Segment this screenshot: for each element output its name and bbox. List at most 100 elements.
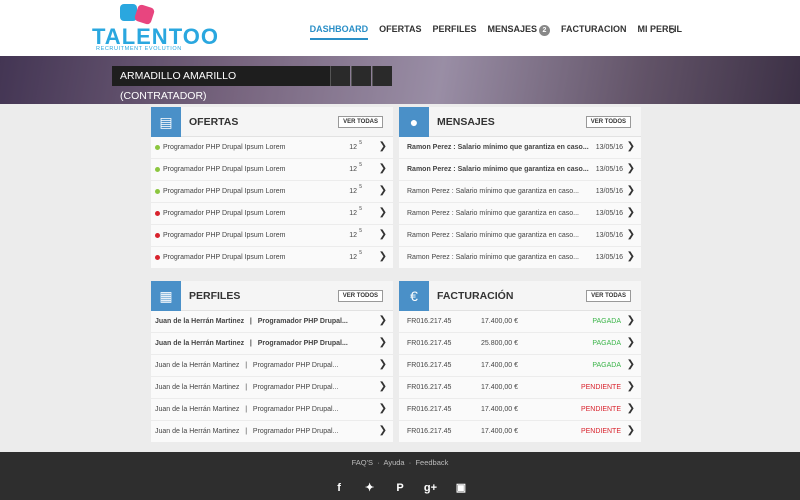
instagram-icon[interactable]: ▣ (448, 481, 474, 494)
list-item[interactable]: Programador PHP Drupal Ipsum Lorem 12 5 ❯ (151, 225, 393, 247)
payment-status: PENDIENTE (580, 406, 621, 413)
chevron-right-icon[interactable]: ❯ (379, 251, 387, 262)
chevron-right-icon[interactable]: ❯ (627, 141, 635, 152)
list-item[interactable]: Ramon Perez : Salario mínimo que garanti… (399, 247, 641, 269)
new-applicant-count: 5 (359, 184, 362, 190)
list-item[interactable]: Juan de la Herrán Martinez | Programador… (151, 355, 393, 377)
list-item[interactable]: Juan de la Herrán Martinez | Programador… (151, 421, 393, 443)
list-item[interactable]: Ramon Perez : Salario mínimo que garanti… (399, 203, 641, 225)
list-item[interactable]: Ramon Perez : Salario mínimo que garanti… (399, 181, 641, 203)
table-row[interactable]: FR016.217.45 17.400,00 € PAGADA ❯ (399, 311, 641, 333)
chevron-right-icon[interactable]: ❯ (379, 185, 387, 196)
logout-icon[interactable]: ➲ (668, 25, 676, 36)
chevron-right-icon[interactable]: ❯ (627, 185, 635, 196)
chevron-right-icon[interactable]: ❯ (627, 163, 635, 174)
chevron-right-icon[interactable]: ❯ (379, 163, 387, 174)
nav-facturacion[interactable]: FACTURACION (561, 24, 627, 40)
payment-status: PAGADA (592, 362, 621, 369)
chevron-right-icon[interactable]: ❯ (627, 207, 635, 218)
list-item[interactable]: Programador PHP Drupal Ipsum Lorem 12 5 ❯ (151, 159, 393, 181)
list-item[interactable]: Programador PHP Drupal Ipsum Lorem 12 5 ❯ (151, 181, 393, 203)
payment-status: PENDIENTE (580, 384, 621, 391)
chevron-right-icon[interactable]: ❯ (627, 425, 635, 436)
message-preview: Ramon Perez : Salario mínimo que garanti… (407, 188, 579, 195)
panel-header: € FACTURACIÓN VER TODAS (399, 281, 641, 311)
panel-header: ● MENSAJES VER TODOS (399, 107, 641, 137)
footer-links: FAQ'S · Ayuda · Feedback (351, 458, 449, 467)
ver-todas-button[interactable]: VER TODAS (338, 116, 383, 128)
list-item[interactable]: Ramon Perez : Salario mínimo que garanti… (399, 159, 641, 181)
table-row[interactable]: FR016.217.45 17.400,00 € PAGADA ❯ (399, 355, 641, 377)
footer: FAQ'S · Ayuda · Feedback f ✦ P g+ ▣ (0, 452, 800, 500)
chevron-right-icon[interactable]: ❯ (379, 315, 387, 326)
chevron-right-icon[interactable]: ❯ (379, 229, 387, 240)
message-date: 13/05/16 (595, 166, 623, 173)
chevron-right-icon[interactable]: ❯ (379, 359, 387, 370)
panel-header: ▦ PERFILES VER TODOS (151, 281, 393, 311)
ver-todos-button[interactable]: VER TODOS (337, 290, 383, 302)
status-dot (155, 167, 160, 172)
chevron-right-icon[interactable]: ❯ (627, 337, 635, 348)
chevron-right-icon[interactable]: ❯ (627, 251, 635, 262)
chevron-right-icon[interactable]: ❯ (379, 403, 387, 414)
applicant-count: 12 (349, 232, 357, 239)
ofertas-panel: ▤ OFERTAS VER TODAS Programador PHP Drup… (151, 107, 393, 269)
chevron-right-icon[interactable]: ❯ (627, 403, 635, 414)
messages-count-badge: 2 (539, 25, 550, 36)
logo[interactable]: TALENTOO RECRUITMENT EVOLUTION (92, 2, 218, 54)
list-item[interactable]: Ramon Perez : Salario mínimo que garanti… (399, 137, 641, 159)
chevron-right-icon[interactable]: ❯ (379, 141, 387, 152)
invoice-number: FR016.217.45 (407, 340, 452, 347)
table-row[interactable]: FR016.217.45 17.400,00 € PENDIENTE ❯ (399, 399, 641, 421)
list-item[interactable]: Juan de la Herrán Martinez | Programador… (151, 333, 393, 355)
nav-dashboard[interactable]: DASHBOARD (309, 24, 369, 40)
hero-tab[interactable] (372, 66, 392, 86)
google-plus-icon[interactable]: g+ (417, 482, 443, 494)
facebook-icon[interactable]: f (326, 482, 352, 494)
chevron-right-icon[interactable]: ❯ (379, 381, 387, 392)
table-row[interactable]: FR016.217.45 17.400,00 € PENDIENTE ❯ (399, 377, 641, 399)
pinterest-icon[interactable]: P (387, 482, 413, 494)
chevron-right-icon[interactable]: ❯ (627, 359, 635, 370)
list-item[interactable]: Programador PHP Drupal Ipsum Lorem 12 5 ❯ (151, 203, 393, 225)
offer-title: Programador PHP Drupal Ipsum Lorem (163, 210, 286, 217)
chevron-right-icon[interactable]: ❯ (379, 337, 387, 348)
list-item[interactable]: Ramon Perez : Salario mínimo que garanti… (399, 225, 641, 247)
new-applicant-count: 5 (359, 206, 362, 212)
footer-link-ayuda[interactable]: Ayuda (383, 458, 404, 467)
list-item[interactable]: Programador PHP Drupal Ipsum Lorem 12 5 ❯ (151, 137, 393, 159)
invoice-amount: 17.400,00 € (481, 318, 518, 325)
footer-link-feedback[interactable]: Feedback (415, 458, 448, 467)
mensajes-panel: ● MENSAJES VER TODOS Ramon Perez : Salar… (399, 107, 641, 269)
list-item[interactable]: Juan de la Herrán Martinez | Programador… (151, 377, 393, 399)
chevron-right-icon[interactable]: ❯ (627, 229, 635, 240)
hero-tab[interactable] (351, 66, 371, 86)
offer-title: Programador PHP Drupal Ipsum Lorem (163, 144, 286, 151)
nav-mensajes[interactable]: MENSAJES 2 (487, 24, 550, 40)
chevron-right-icon[interactable]: ❯ (379, 207, 387, 218)
twitter-icon[interactable]: ✦ (357, 481, 383, 494)
nav-ofertas[interactable]: OFERTAS (379, 24, 421, 40)
ver-todos-button[interactable]: VER TODOS (585, 116, 631, 128)
offer-title: Programador PHP Drupal Ipsum Lorem (163, 232, 286, 239)
hero-tab[interactable] (330, 66, 350, 86)
panel-title: OFERTAS (189, 116, 239, 128)
footer-link-faqs[interactable]: FAQ'S (352, 458, 373, 467)
ver-todas-button[interactable]: VER TODAS (586, 290, 631, 302)
payment-status: PENDIENTE (580, 428, 621, 435)
list-item[interactable]: Juan de la Herrán Martinez | Programador… (151, 311, 393, 333)
profile-summary: Juan de la Herrán Martinez | Programador… (155, 406, 339, 413)
list-item[interactable]: Programador PHP Drupal Ipsum Lorem 12 5 ❯ (151, 247, 393, 269)
payment-status: PAGADA (592, 340, 621, 347)
euro-icon: € (399, 281, 429, 311)
nav-perfiles[interactable]: PERFILES (432, 24, 476, 40)
message-preview: Ramon Perez : Salario mínimo que garanti… (407, 232, 579, 239)
panel-header: ▤ OFERTAS VER TODAS (151, 107, 393, 137)
table-row[interactable]: FR016.217.45 25.800,00 € PAGADA ❯ (399, 333, 641, 355)
chevron-right-icon[interactable]: ❯ (379, 425, 387, 436)
list-item[interactable]: Juan de la Herrán Martinez | Programador… (151, 399, 393, 421)
profile-summary: Juan de la Herrán Martinez | Programador… (155, 318, 348, 325)
chevron-right-icon[interactable]: ❯ (627, 381, 635, 392)
table-row[interactable]: FR016.217.45 17.400,00 € PENDIENTE ❯ (399, 421, 641, 443)
chevron-right-icon[interactable]: ❯ (627, 315, 635, 326)
